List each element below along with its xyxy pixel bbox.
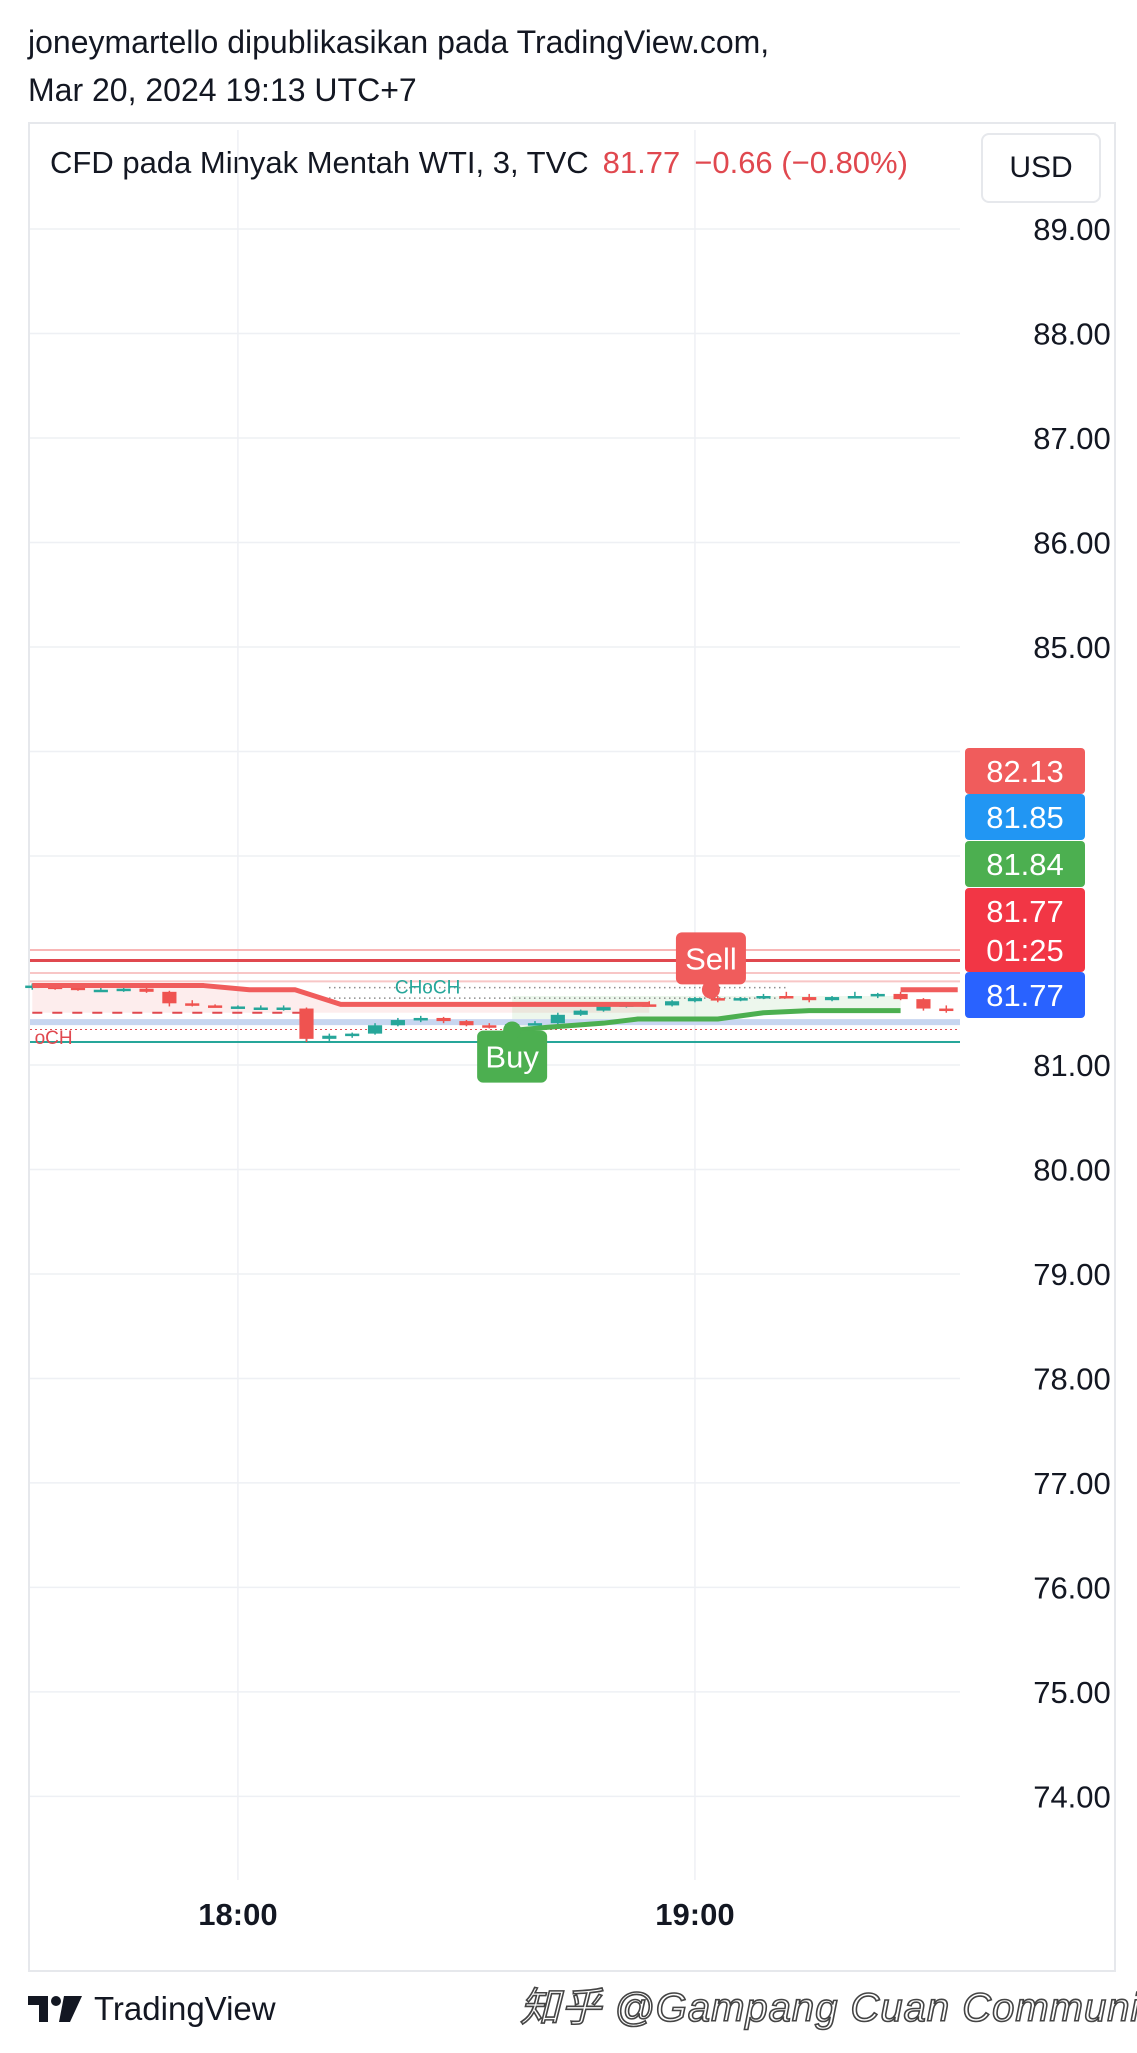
y-tick-label: 80.00 xyxy=(1033,1152,1111,1187)
y-tick-label: 75.00 xyxy=(1033,1675,1111,1710)
candle-body[interactable] xyxy=(665,1001,680,1006)
signal-label: Sell xyxy=(685,941,737,976)
candle-body[interactable] xyxy=(413,1017,428,1021)
y-tick-label: 89.00 xyxy=(1033,212,1111,247)
candle-body[interactable] xyxy=(390,1020,405,1026)
x-tick-label: 18:00 xyxy=(198,1897,277,1932)
price-chart[interactable]: 89.00 88.00 87.00 86.00 85.00 81.00 80.00 79.00… xyxy=(0,0,1137,2053)
structure-label: CHoCH xyxy=(395,978,460,999)
tradingview-footer: TradingView xyxy=(28,1990,276,2028)
candle-body[interactable] xyxy=(779,996,794,999)
y-tick-label: 77.00 xyxy=(1033,1466,1111,1501)
candle-body[interactable] xyxy=(870,993,885,997)
candle-body[interactable] xyxy=(230,1006,246,1009)
candle-body[interactable] xyxy=(93,989,108,993)
candle-body[interactable] xyxy=(367,1025,383,1034)
candle-body[interactable] xyxy=(939,1008,954,1012)
candle-body[interactable] xyxy=(756,996,771,999)
candle-body[interactable] xyxy=(345,1033,360,1037)
price-axis-value: 81.85 xyxy=(986,800,1064,835)
candle-body[interactable] xyxy=(276,1007,291,1011)
candle-body[interactable] xyxy=(847,996,862,999)
candle-body[interactable] xyxy=(802,997,817,1001)
y-tick-label: 76.00 xyxy=(1033,1570,1111,1605)
candle-body[interactable] xyxy=(893,993,908,1000)
candle-body[interactable] xyxy=(253,1007,268,1011)
watermark-text: 知乎 @Gampang Cuan Community xyxy=(519,1985,1137,2031)
price-axis-value: 82.13 xyxy=(986,754,1064,789)
y-tick-label: 87.00 xyxy=(1033,421,1111,456)
candle-body[interactable] xyxy=(550,1014,565,1024)
candle-body[interactable] xyxy=(687,998,703,1002)
y-tick-label: 74.00 xyxy=(1033,1779,1111,1814)
candle-body[interactable] xyxy=(482,1025,497,1028)
candle-body[interactable] xyxy=(322,1035,337,1039)
structure-label: oCH xyxy=(35,1028,73,1049)
candle-body[interactable] xyxy=(299,1008,314,1039)
candle-body[interactable] xyxy=(916,999,931,1009)
candle-body[interactable] xyxy=(139,988,154,992)
candle-body[interactable] xyxy=(208,1005,223,1008)
candle-body[interactable] xyxy=(527,1023,543,1026)
tradingview-logo-icon xyxy=(28,1996,82,2022)
y-tick-label: 85.00 xyxy=(1033,630,1111,665)
price-axis-value: 81.84 xyxy=(986,847,1064,882)
y-tick-label: 86.00 xyxy=(1033,526,1111,561)
y-tick-label: 81.00 xyxy=(1033,1048,1111,1083)
y-tick-label: 79.00 xyxy=(1033,1257,1111,1292)
candle-body[interactable] xyxy=(459,1021,474,1026)
price-axis-value: 81.77 xyxy=(986,978,1064,1013)
y-tick-label: 78.00 xyxy=(1033,1361,1111,1396)
signal-label: Buy xyxy=(485,1040,539,1075)
price-axis-value: 81.77 xyxy=(986,894,1064,929)
candle-body[interactable] xyxy=(573,1010,588,1015)
candle-body[interactable] xyxy=(185,1003,200,1006)
candle-body[interactable] xyxy=(436,1017,451,1022)
x-tick-label: 19:00 xyxy=(655,1897,734,1932)
countdown-timer: 01:25 xyxy=(986,933,1064,968)
tradingview-brand: TradingView xyxy=(94,1990,276,2027)
candle-body[interactable] xyxy=(596,1006,611,1011)
candle-body[interactable] xyxy=(116,988,131,992)
y-tick-label: 88.00 xyxy=(1033,317,1111,352)
signal-dot xyxy=(503,1021,522,1040)
candle-body[interactable] xyxy=(162,991,177,1004)
signal-dot xyxy=(701,980,720,999)
candle-body[interactable] xyxy=(733,998,748,1001)
candle-body[interactable] xyxy=(824,997,840,1001)
